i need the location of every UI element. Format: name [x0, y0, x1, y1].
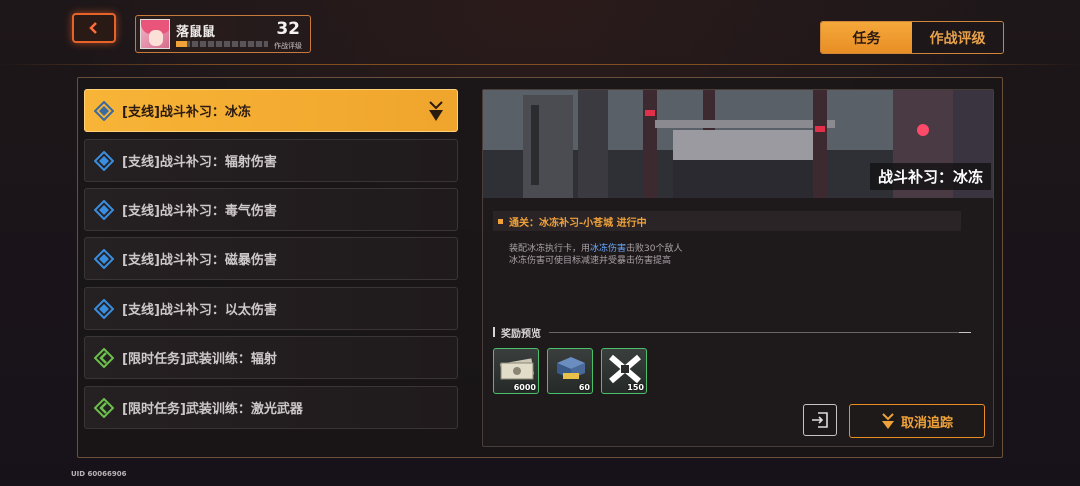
desc-line-2: 冰冻伤害可使目标减速并受暴击伤害提高	[509, 256, 672, 266]
objective-row: 通关：冰冻补习-小苍城 进行中	[493, 211, 961, 231]
player-progress-bar	[176, 41, 268, 47]
task-item[interactable]: [支线]战斗补习：冰冻	[84, 89, 458, 132]
timed-quest-icon	[94, 347, 114, 368]
player-subtitle: 作战评级	[274, 42, 302, 50]
uid-label: UID 60066906	[71, 470, 127, 478]
reward-item[interactable]: 6000	[493, 348, 539, 394]
reward-title: 奖励预览	[501, 328, 541, 340]
avatar	[140, 19, 170, 49]
diamond-quest-icon	[94, 199, 114, 220]
task-item[interactable]: [支线]战斗补习：毒气伤害	[84, 188, 458, 231]
task-item[interactable]: [支线]战斗补习：辐射伤害	[84, 139, 458, 182]
crossed-tools-icon	[609, 354, 641, 384]
reward-item[interactable]: 150	[601, 348, 647, 394]
diamond-quest-icon	[94, 298, 114, 319]
header-divider	[0, 64, 1080, 65]
tab-tasks[interactable]: 任务	[821, 22, 912, 53]
task-label: [限时任务]武装训练：辐射	[122, 352, 277, 367]
reward-header: 奖励预览	[493, 326, 971, 340]
tracking-marker-icon	[429, 101, 443, 121]
task-label: [限时任务]武装训练：激光武器	[122, 402, 303, 417]
player-name: 落鼠鼠	[176, 25, 216, 40]
task-label: [支线]战斗补习：毒气伤害	[122, 204, 277, 219]
exit-icon	[812, 412, 828, 428]
untrack-button[interactable]: 取消追踪	[849, 404, 985, 438]
material-stack-icon	[557, 357, 585, 379]
task-detail-panel: 战斗补习：冰冻 通关：冰冻补习-小苍城 进行中 装配冰冻执行卡，用冰冻伤害击败3…	[482, 89, 994, 447]
task-label: [支线]战斗补习：磁暴伤害	[122, 253, 277, 268]
task-label: [支线]战斗补习：以太伤害	[122, 303, 277, 318]
timed-quest-icon	[94, 397, 114, 418]
cash-bundle-icon	[499, 358, 535, 380]
task-item[interactable]: [支线]战斗补习：磁暴伤害	[84, 237, 458, 280]
diamond-quest-icon	[94, 248, 114, 269]
desc-line-1: 装配冰冻执行卡，用冰冻伤害击败30个敌人	[509, 244, 683, 254]
top-tabs: 任务 作战评级	[820, 21, 1004, 54]
exit-button[interactable]	[803, 404, 837, 436]
banner-title: 战斗补习：冰冻	[869, 163, 991, 190]
reward-item[interactable]: 60	[547, 348, 593, 394]
tracking-marker-icon	[881, 413, 894, 429]
task-label: [支线]战斗补习：冰冻	[122, 105, 251, 120]
chevron-left-icon	[89, 22, 97, 34]
task-item[interactable]: [限时任务]武装训练：辐射	[84, 336, 458, 379]
reward-count: 6000	[513, 383, 536, 392]
player-level: 32	[276, 19, 300, 39]
tab-combat-rating[interactable]: 作战评级	[912, 22, 1003, 53]
task-item[interactable]: [限时任务]武装训练：激光武器	[84, 386, 458, 429]
task-banner-image: 战斗补习：冰冻	[483, 90, 993, 198]
task-description: 装配冰冻执行卡，用冰冻伤害击败30个敌人 冰冻伤害可使目标减速并受暴击伤害提高	[509, 243, 682, 267]
player-progress-fill	[176, 41, 188, 47]
objective-bullet	[498, 218, 503, 224]
untrack-label: 取消追踪	[900, 415, 953, 431]
damage-type-highlight: 冰冻伤害	[590, 244, 627, 254]
diamond-quest-icon	[94, 150, 114, 171]
task-label: [支线]战斗补习：辐射伤害	[122, 155, 277, 170]
back-button[interactable]	[72, 13, 116, 43]
task-list[interactable]: [支线]战斗补习：冰冻 [支线]战斗补习：辐射伤害 [支线]战斗补习：毒气伤害 …	[84, 89, 459, 429]
player-card[interactable]: 落鼠鼠 32 作战评级	[135, 15, 311, 53]
task-item[interactable]: [支线]战斗补习：以太伤害	[84, 287, 458, 330]
diamond-quest-icon	[94, 100, 114, 121]
objective-text: 通关：冰冻补习-小苍城 进行中	[509, 217, 647, 229]
reward-count: 150	[627, 383, 644, 392]
reward-count: 60	[578, 383, 590, 392]
